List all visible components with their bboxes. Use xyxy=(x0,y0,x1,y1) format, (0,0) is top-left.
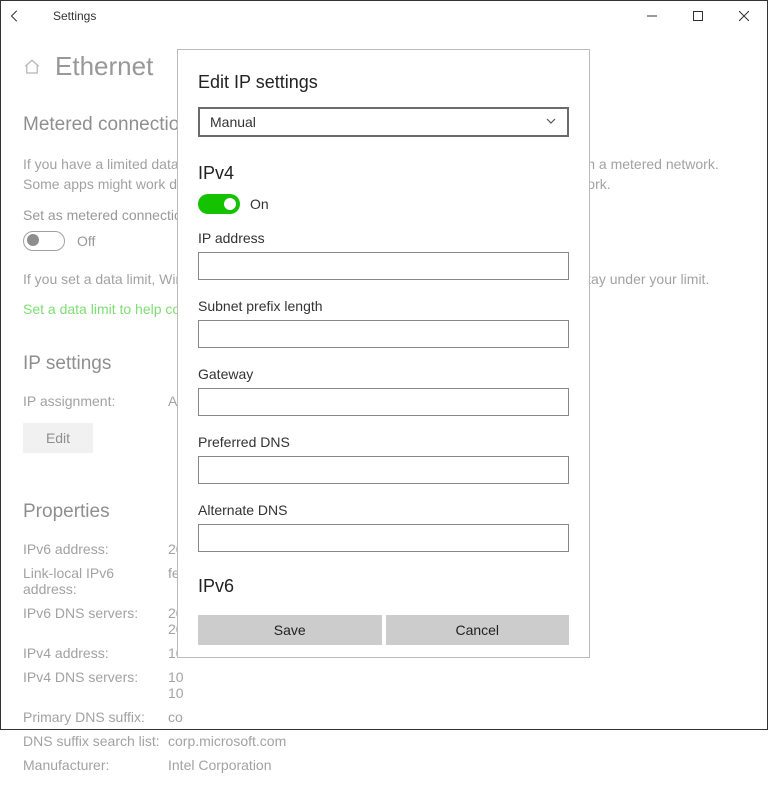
property-value: 10 10 xyxy=(168,669,184,701)
save-button[interactable]: Save xyxy=(198,615,382,645)
ipv4-toggle[interactable]: On xyxy=(198,194,569,214)
ip-address-input[interactable] xyxy=(198,252,569,280)
property-key: IPv6 DNS servers: xyxy=(23,605,168,637)
back-button[interactable] xyxy=(7,8,23,24)
edit-ip-dialog: Edit IP settings Manual IPv4 On IP addre… xyxy=(177,49,590,658)
cancel-button[interactable]: Cancel xyxy=(386,615,570,645)
edit-button[interactable]: Edit xyxy=(23,423,93,453)
ipv6-heading: IPv6 xyxy=(198,576,569,597)
chevron-down-icon xyxy=(545,114,557,130)
ip-mode-select[interactable]: Manual xyxy=(198,107,569,137)
maximize-button[interactable] xyxy=(675,1,721,31)
ip-address-label: IP address xyxy=(198,230,569,246)
ip-assignment-label: IP assignment: xyxy=(23,393,168,409)
ipv4-heading: IPv4 xyxy=(198,163,569,184)
property-value: Intel Corporation xyxy=(168,757,272,773)
property-key: Manufacturer: xyxy=(23,757,168,773)
ip-mode-value: Manual xyxy=(210,114,256,130)
property-key: IPv4 DNS servers: xyxy=(23,669,168,701)
property-key: DNS suffix search list: xyxy=(23,733,168,749)
dialog-title: Edit IP settings xyxy=(198,72,569,93)
property-key: Primary DNS suffix: xyxy=(23,709,168,725)
minimize-button[interactable] xyxy=(629,1,675,31)
property-row: Manufacturer:Intel Corporation xyxy=(23,757,745,773)
property-key: Link-local IPv6 address: xyxy=(23,565,168,597)
property-value: corp.microsoft.com xyxy=(168,733,286,749)
metered-toggle-state: Off xyxy=(77,233,95,249)
alternate-dns-input[interactable] xyxy=(198,524,569,552)
gateway-label: Gateway xyxy=(198,366,569,382)
home-icon xyxy=(23,58,41,76)
subnet-label: Subnet prefix length xyxy=(198,298,569,314)
page-title: Ethernet xyxy=(55,51,153,82)
subnet-input[interactable] xyxy=(198,320,569,348)
title-bar: Settings xyxy=(1,1,767,31)
window-controls xyxy=(629,1,767,31)
property-value: co xyxy=(168,709,183,725)
preferred-dns-input[interactable] xyxy=(198,456,569,484)
property-key: IPv4 address: xyxy=(23,645,168,661)
property-row: IPv4 DNS servers:10 10 xyxy=(23,669,745,701)
preferred-dns-label: Preferred DNS xyxy=(198,434,569,450)
alternate-dns-label: Alternate DNS xyxy=(198,502,569,518)
window-title: Settings xyxy=(53,9,96,23)
close-button[interactable] xyxy=(721,1,767,31)
gateway-input[interactable] xyxy=(198,388,569,416)
property-row: DNS suffix search list:corp.microsoft.co… xyxy=(23,733,745,749)
property-key: IPv6 address: xyxy=(23,541,168,557)
ipv4-toggle-state: On xyxy=(250,196,269,212)
property-row: Primary DNS suffix:co xyxy=(23,709,745,725)
